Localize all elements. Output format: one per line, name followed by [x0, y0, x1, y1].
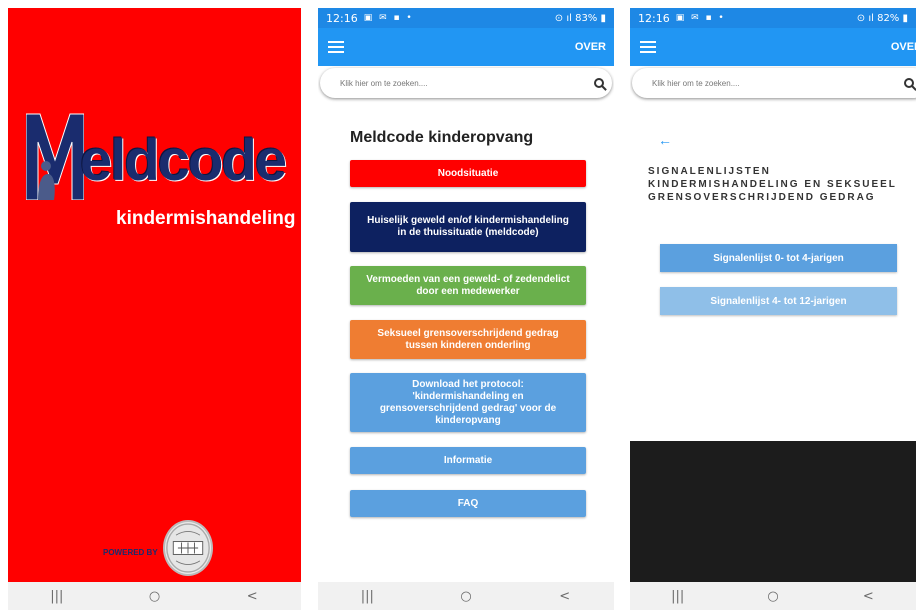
- system-nav-bar: ||| ○ <: [8, 582, 301, 610]
- splash-screen: eldcode kindermishandeling POWERED BY ||…: [8, 8, 301, 610]
- back-button[interactable]: <: [545, 589, 585, 604]
- notification-icons: ▣ ✉ ▪ •: [363, 13, 414, 23]
- recent-apps-button[interactable]: |||: [347, 589, 387, 604]
- home-screen: 12:16 ▣ ✉ ▪ • ⊙ ıl 83% ▮ OVER Meldcode k…: [318, 8, 614, 610]
- informatie-button[interactable]: Informatie: [350, 447, 586, 474]
- back-button[interactable]: <: [848, 589, 888, 604]
- status-bar: 12:16 ▣ ✉ ▪ • ⊙ ıl 83% ▮: [318, 8, 614, 28]
- dark-overlay: [630, 441, 916, 582]
- section-title: SIGNALENLIJSTEN KINDERMISHANDELING EN SE…: [648, 166, 897, 203]
- hamburger-icon[interactable]: [328, 41, 344, 53]
- signalenlijst-4-12-button[interactable]: Signalenlijst 4- tot 12-jarigen: [660, 287, 897, 315]
- hamburger-icon[interactable]: [640, 41, 656, 53]
- page-title: Meldcode kinderopvang: [350, 129, 534, 146]
- app-bar: OVER: [318, 28, 614, 66]
- home-button[interactable]: ○: [134, 589, 174, 604]
- home-button[interactable]: ○: [753, 589, 793, 604]
- search-input[interactable]: [650, 77, 904, 89]
- seksueel-gedrag-button[interactable]: Seksueel grensoverschrijdend gedrag tuss…: [350, 320, 586, 359]
- status-battery: ⊙ ıl 82% ▮: [856, 12, 908, 24]
- vermoeden-medewerker-button[interactable]: Vermoeden van een geweld- of zedendelict…: [350, 266, 586, 305]
- search-input[interactable]: [338, 77, 594, 89]
- arrow-left-icon[interactable]: ←: [658, 132, 672, 148]
- logo-wordmark: eldcode: [80, 128, 287, 193]
- powered-by-label: POWERED BY: [103, 548, 158, 557]
- status-time: 12:16: [326, 11, 358, 25]
- signalenlijsten-screen: 12:16 ▣ ✉ ▪ • ⊙ ıl 82% ▮ OVER ← SIGNALEN…: [630, 8, 916, 610]
- system-nav-bar: ||| ○ <: [318, 582, 614, 610]
- status-battery: ⊙ ıl 83% ▮: [554, 12, 606, 24]
- meldcode-logo: eldcode kindermishandeling: [26, 112, 295, 232]
- logo-m-icon: [26, 113, 84, 200]
- faq-button[interactable]: FAQ: [350, 490, 586, 517]
- logo-subtitle: kindermishandeling: [116, 208, 296, 229]
- over-button[interactable]: OVER: [891, 41, 916, 53]
- search-bar[interactable]: [632, 68, 916, 98]
- notification-icons: ▣ ✉ ▪ •: [675, 13, 726, 23]
- signalenlijst-0-4-button[interactable]: Signalenlijst 0- tot 4-jarigen: [660, 244, 897, 272]
- search-bar[interactable]: [320, 68, 612, 98]
- system-nav-bar: ||| ○ <: [630, 582, 916, 610]
- search-icon[interactable]: [594, 78, 604, 88]
- download-protocol-button[interactable]: Download het protocol: 'kindermishandeli…: [350, 373, 586, 432]
- status-bar: 12:16 ▣ ✉ ▪ • ⊙ ıl 82% ▮: [630, 8, 916, 28]
- noodsituatie-button[interactable]: Noodsituatie: [350, 160, 586, 187]
- over-button[interactable]: OVER: [575, 41, 606, 53]
- company-logo-icon: [163, 520, 213, 576]
- recent-apps-button[interactable]: |||: [658, 589, 698, 604]
- search-icon[interactable]: [904, 78, 914, 88]
- huiselijk-geweld-button[interactable]: Huiselijk geweld en/of kindermishandelin…: [350, 202, 586, 252]
- app-bar: OVER: [630, 28, 916, 66]
- home-button[interactable]: ○: [446, 589, 486, 604]
- recent-apps-button[interactable]: |||: [37, 589, 77, 604]
- back-button[interactable]: <: [232, 589, 272, 604]
- status-time: 12:16: [638, 11, 670, 25]
